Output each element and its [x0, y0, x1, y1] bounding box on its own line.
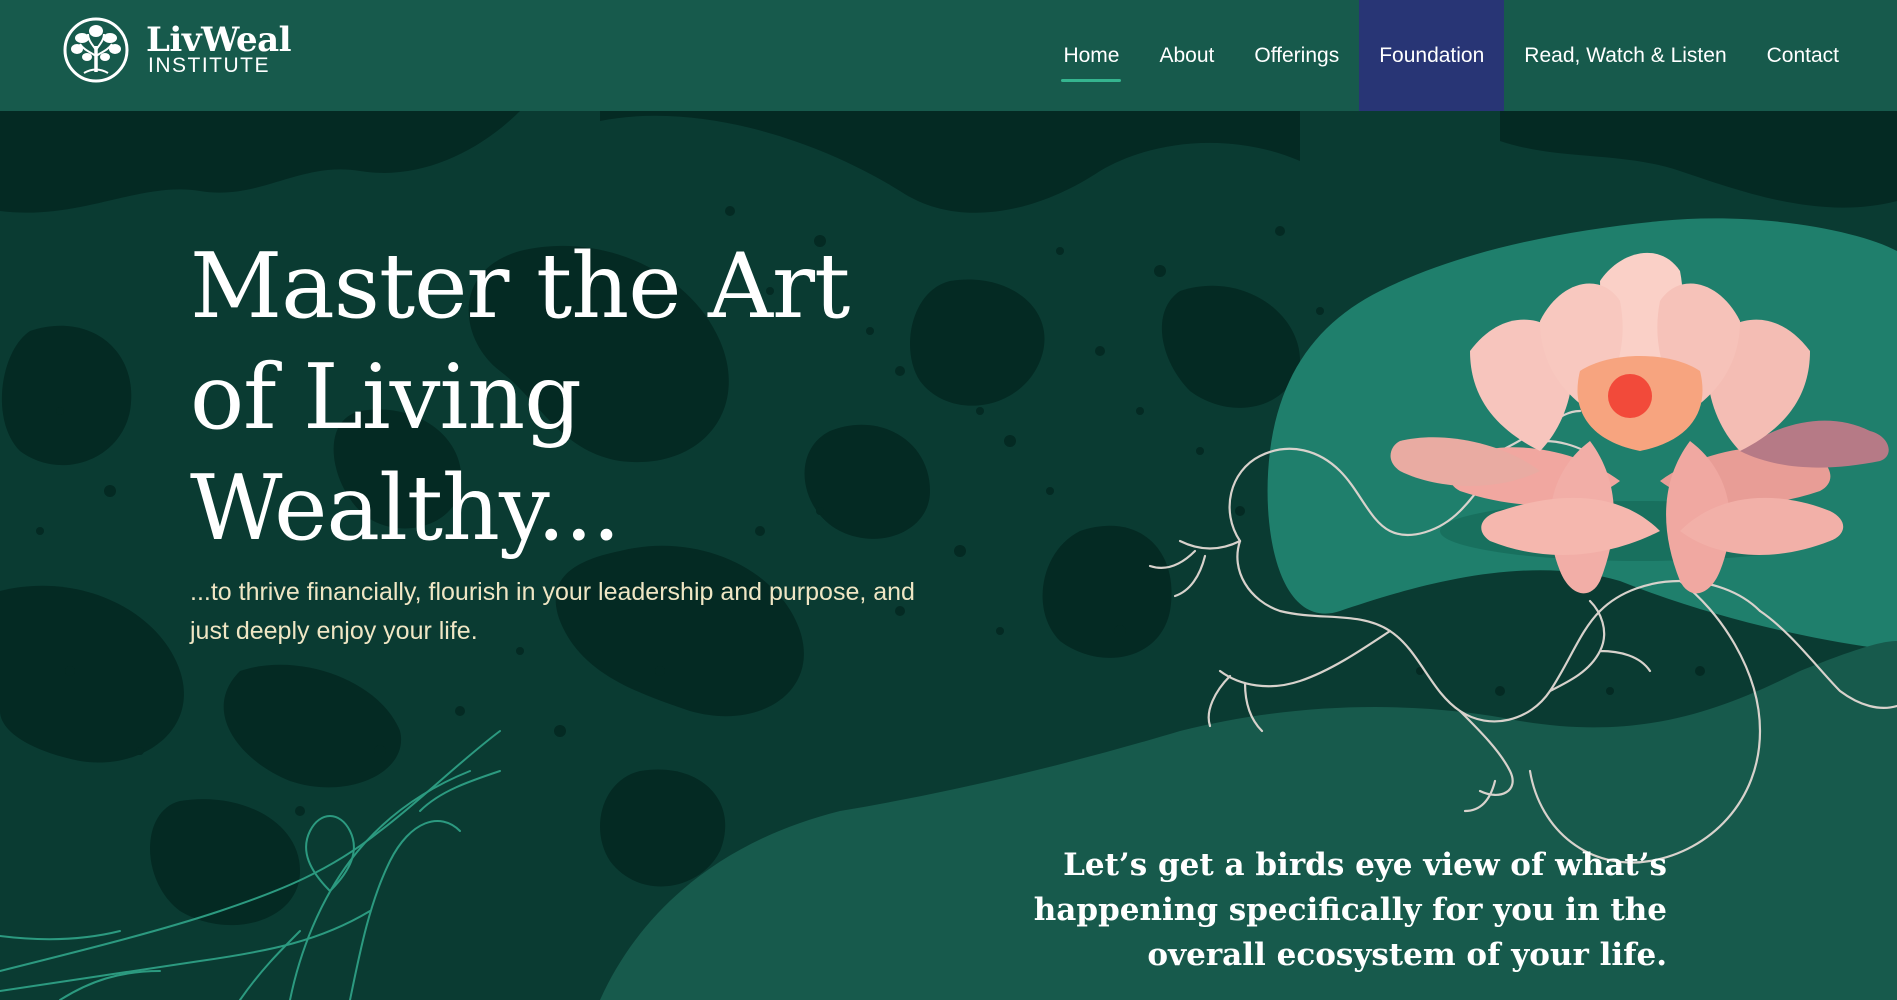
top-navigation-bar: LivWeal INSTITUTE Home About Offerings F…	[0, 0, 1897, 111]
main-nav: Home About Offerings Foundation Read, Wa…	[1043, 0, 1897, 111]
nav-read-watch-listen[interactable]: Read, Watch & Listen	[1504, 0, 1746, 111]
hero-subheadline: ...to thrive financially, flourish in yo…	[190, 578, 915, 645]
nav-read-watch-listen-label: Read, Watch & Listen	[1524, 43, 1727, 67]
hero-callout: Let’s get a birds eye view of what’s hap…	[1033, 847, 1667, 973]
nav-contact-label: Contact	[1766, 43, 1839, 67]
nav-foundation[interactable]: Foundation	[1359, 0, 1505, 111]
nav-home-label: Home	[1063, 43, 1120, 67]
nav-offerings-label: Offerings	[1254, 43, 1340, 67]
brand-subtitle: INSTITUTE	[148, 54, 270, 77]
hero-section: Master the Art of Living Wealthy... ...t…	[0, 111, 1897, 1000]
nav-home[interactable]: Home	[1043, 0, 1139, 111]
nav-foundation-label: Foundation	[1379, 43, 1485, 67]
site-logo[interactable]: LivWeal INSTITUTE	[62, 16, 292, 86]
nav-offerings[interactable]: Offerings	[1234, 0, 1359, 111]
nav-contact[interactable]: Contact	[1747, 0, 1897, 111]
nav-about-label: About	[1159, 43, 1215, 67]
active-underline	[1061, 79, 1122, 82]
nav-about[interactable]: About	[1139, 0, 1234, 111]
tree-of-life-icon	[63, 17, 129, 83]
hero-headline: Master the Art of Living Wealthy...	[190, 234, 850, 561]
